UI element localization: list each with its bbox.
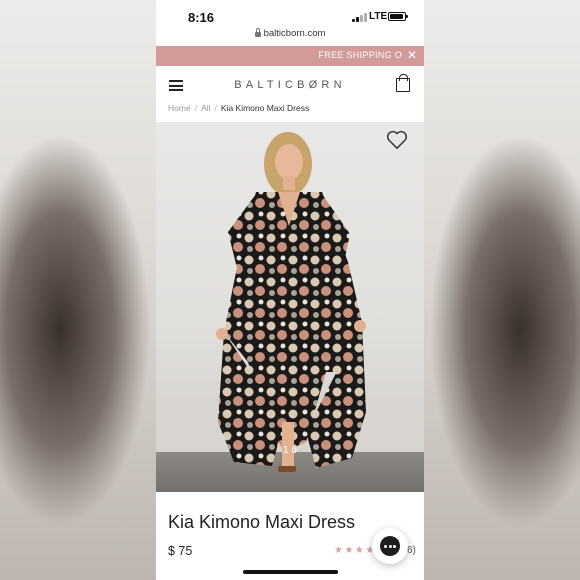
network-label: LTE bbox=[369, 11, 388, 22]
url-text: balticborn.com bbox=[263, 28, 326, 39]
product-title: Kia Kimono Maxi Dress bbox=[168, 512, 356, 532]
image-counter: 1 6 bbox=[283, 445, 297, 456]
chat-icon[interactable] bbox=[372, 528, 408, 564]
heart-icon[interactable] bbox=[386, 130, 408, 150]
phone-screen: 8:16 LTE balticborn.com FREE SHIPPING O … bbox=[156, 0, 424, 580]
reviews-count[interactable]: 6) bbox=[407, 545, 416, 556]
product-image[interactable]: 1 6 bbox=[156, 122, 424, 492]
model-illustration bbox=[216, 132, 366, 472]
status-time: 8:16 bbox=[188, 10, 215, 25]
product-price: $ 75 bbox=[168, 544, 193, 558]
signal-icon bbox=[352, 13, 368, 22]
address-bar[interactable]: balticborn.com bbox=[156, 28, 424, 39]
brand-logo[interactable]: BALTICBØRN bbox=[156, 79, 424, 91]
home-indicator bbox=[243, 570, 338, 574]
promo-banner[interactable]: FREE SHIPPING O ✕ bbox=[156, 46, 424, 66]
site-header: BALTICBØRN bbox=[156, 66, 424, 104]
breadcrumb-current: Kia Kimono Maxi Dress bbox=[220, 103, 310, 113]
lock-icon bbox=[254, 28, 261, 37]
breadcrumb: Home / All / Kia Kimono Maxi Dress bbox=[168, 103, 310, 113]
breadcrumb-home[interactable]: Home bbox=[168, 103, 191, 113]
breadcrumb-all[interactable]: All bbox=[201, 103, 210, 113]
promo-text: FREE SHIPPING O bbox=[318, 50, 402, 60]
battery-icon bbox=[388, 12, 408, 21]
shopping-bag-icon[interactable] bbox=[396, 74, 410, 92]
rating-stars[interactable]: ★★★★ bbox=[334, 545, 376, 556]
close-icon[interactable]: ✕ bbox=[406, 49, 418, 61]
status-bar: 8:16 LTE balticborn.com bbox=[156, 0, 424, 46]
